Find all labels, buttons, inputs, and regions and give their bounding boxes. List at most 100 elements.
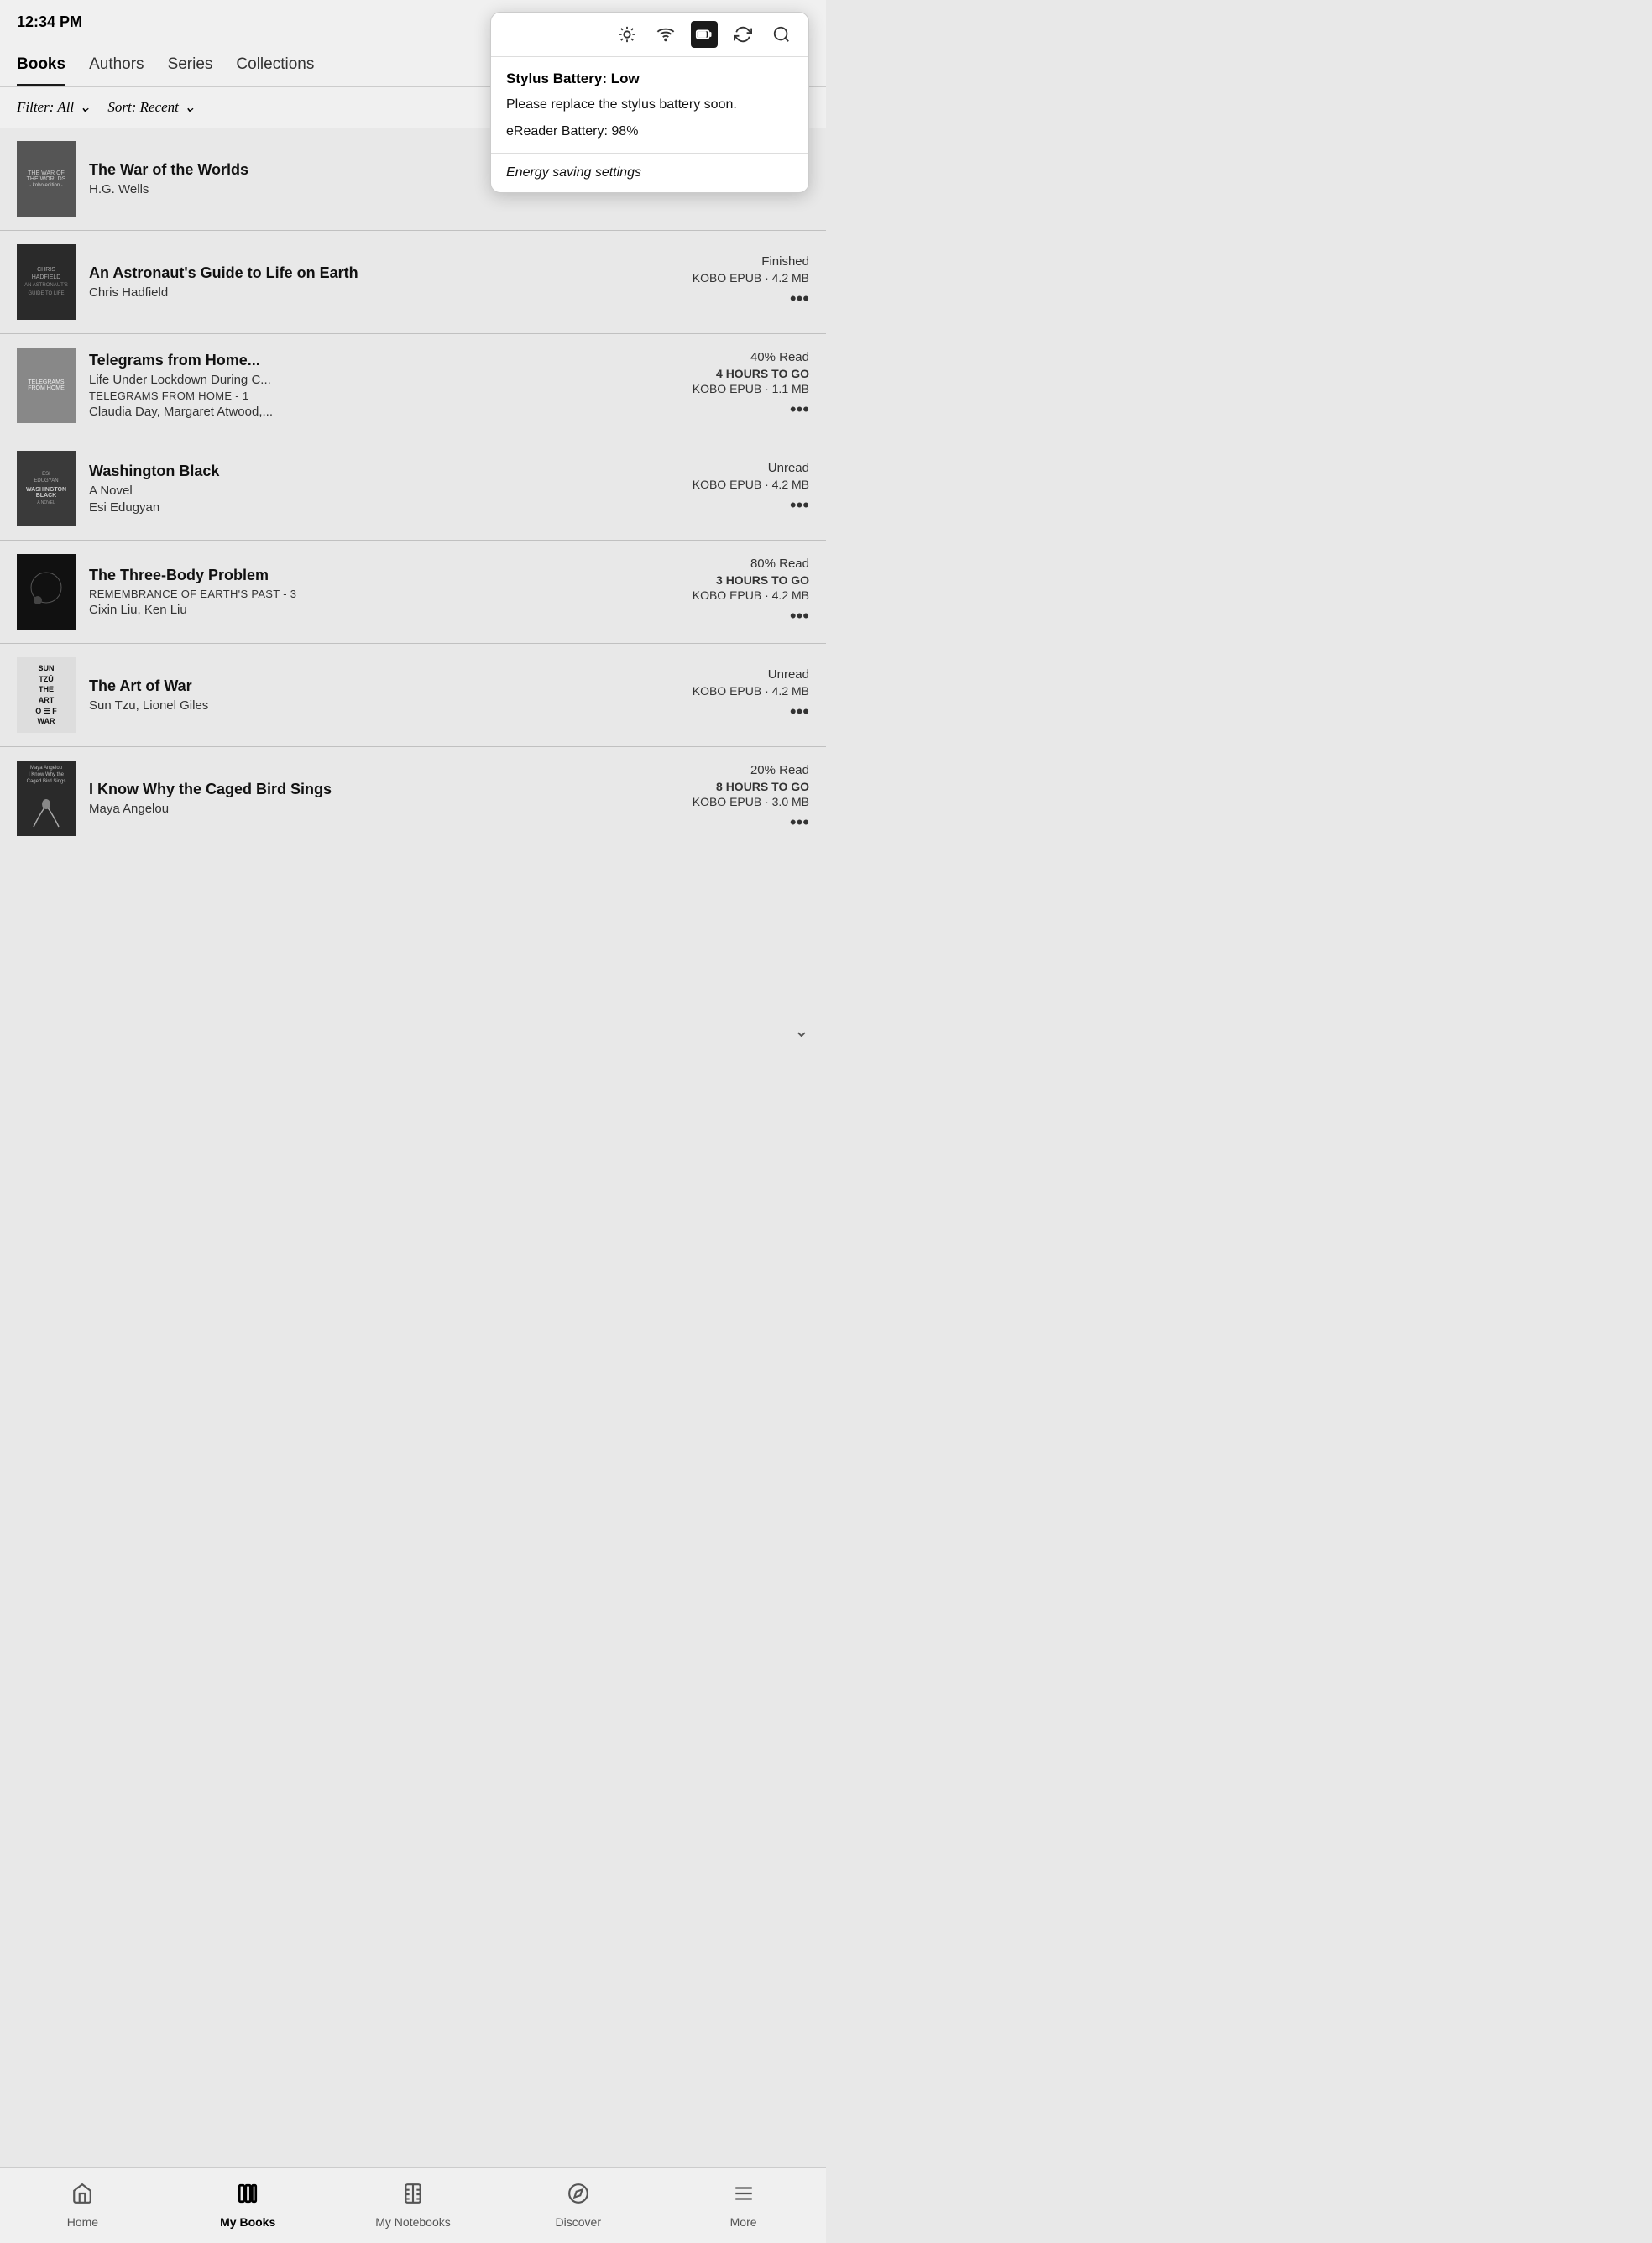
book-title: Washington Black bbox=[89, 463, 679, 480]
battery-popup: Stylus Battery: Low Please replace the s… bbox=[490, 12, 809, 193]
scroll-down-icon: ⌄ bbox=[794, 1020, 809, 1042]
battery-icon[interactable] bbox=[691, 21, 718, 48]
book-meta: Unread KOBO EPUB · 4.2 MB ••• bbox=[693, 461, 809, 516]
book-author: Sun Tzu, Lionel Giles bbox=[89, 698, 679, 713]
list-item[interactable]: TELEGRAMS FROM HOME Telegrams from Home.… bbox=[0, 334, 826, 437]
popup-battery-level: eReader Battery: 98% bbox=[506, 124, 793, 139]
cover-image: ESIEDUGYAN WASHINGTONBLACK A NOVEL bbox=[17, 451, 76, 526]
book-meta: 20% Read 8 HOURS TO GO KOBO EPUB · 3.0 M… bbox=[693, 763, 809, 834]
book-info: An Astronaut's Guide to Life on Earth Ch… bbox=[89, 264, 679, 300]
filter-dropdown[interactable]: Filter: All ⌄ bbox=[17, 99, 91, 116]
nav-my-books-label: My Books bbox=[220, 2215, 275, 2229]
book-format: KOBO EPUB · 1.1 MB bbox=[693, 382, 809, 395]
popup-content: Stylus Battery: Low Please replace the s… bbox=[491, 57, 808, 154]
nav-home-label: Home bbox=[67, 2215, 98, 2229]
nav-discover[interactable]: Discover bbox=[495, 2174, 661, 2237]
sort-dropdown[interactable]: Sort: Recent ⌄ bbox=[107, 99, 196, 116]
book-title: The Art of War bbox=[89, 677, 679, 695]
status-time: 12:34 PM bbox=[17, 13, 82, 31]
book-meta: 80% Read 3 HOURS TO GO KOBO EPUB · 4.2 M… bbox=[693, 557, 809, 627]
book-info: Telegrams from Home... Life Under Lockdo… bbox=[89, 352, 679, 419]
book-title: The Three-Body Problem bbox=[89, 567, 679, 584]
popup-message: Please replace the stylus battery soon. bbox=[506, 96, 793, 114]
brightness-icon[interactable] bbox=[614, 21, 640, 48]
more-options-icon[interactable]: ••• bbox=[693, 701, 809, 723]
sync-icon[interactable] bbox=[729, 21, 756, 48]
book-cover bbox=[17, 554, 76, 630]
nav-home[interactable]: Home bbox=[0, 2174, 165, 2237]
list-item[interactable]: CHRISHADFIELDAN ASTRONAUT'S GUIDE TO LIF… bbox=[0, 231, 826, 334]
book-cover: SUNTZŪTHEARTO ☰ FWAR bbox=[17, 657, 76, 733]
tab-books[interactable]: Books bbox=[17, 44, 65, 86]
home-icon bbox=[71, 2183, 93, 2210]
book-meta: Finished KOBO EPUB · 4.2 MB ••• bbox=[693, 254, 809, 310]
list-item[interactable]: Maya AngelouI Know Why theCaged Bird Sin… bbox=[0, 747, 826, 850]
popup-icon-bar bbox=[491, 13, 808, 57]
book-title: Telegrams from Home... bbox=[89, 352, 679, 369]
sort-label: Sort: Recent bbox=[107, 99, 179, 116]
cover-image: SUNTZŪTHEARTO ☰ FWAR bbox=[17, 657, 76, 733]
tab-authors[interactable]: Authors bbox=[89, 44, 144, 86]
energy-saving-link[interactable]: Energy saving settings bbox=[491, 154, 808, 192]
notebook-icon bbox=[402, 2183, 424, 2210]
more-options-icon[interactable]: ••• bbox=[693, 812, 809, 834]
nav-my-notebooks-label: My Notebooks bbox=[375, 2215, 450, 2229]
book-hours: 3 HOURS TO GO bbox=[693, 573, 809, 587]
book-format: KOBO EPUB · 4.2 MB bbox=[693, 588, 809, 602]
book-info: Washington Black A Novel Esi Edugyan bbox=[89, 463, 679, 515]
nav-my-notebooks[interactable]: My Notebooks bbox=[331, 2174, 496, 2237]
tab-collections[interactable]: Collections bbox=[236, 44, 314, 86]
book-author: Maya Angelou bbox=[89, 802, 679, 816]
nav-more-label: More bbox=[730, 2215, 757, 2229]
more-options-icon[interactable]: ••• bbox=[693, 494, 809, 516]
bottom-nav: Home My Books My Notebooks bbox=[0, 2167, 826, 2243]
book-cover: TELEGRAMS FROM HOME bbox=[17, 348, 76, 423]
book-format: KOBO EPUB · 3.0 MB bbox=[693, 795, 809, 808]
cover-image: CHRISHADFIELDAN ASTRONAUT'S GUIDE TO LIF… bbox=[17, 244, 76, 320]
book-cover: ESIEDUGYAN WASHINGTONBLACK A NOVEL bbox=[17, 451, 76, 526]
book-hours: 4 HOURS TO GO bbox=[693, 367, 809, 380]
nav-my-books[interactable]: My Books bbox=[165, 2174, 331, 2237]
book-status: 80% Read bbox=[693, 557, 809, 571]
nav-more[interactable]: More bbox=[661, 2174, 826, 2237]
my-books-icon bbox=[237, 2183, 259, 2210]
book-title: An Astronaut's Guide to Life on Earth bbox=[89, 264, 679, 282]
book-series: REMEMBRANCE OF EARTH'S PAST - 3 bbox=[89, 588, 679, 600]
search-icon[interactable] bbox=[768, 21, 795, 48]
book-info: I Know Why the Caged Bird Sings Maya Ang… bbox=[89, 781, 679, 816]
filter-chevron-icon: ⌄ bbox=[79, 99, 91, 116]
book-info: The Three-Body Problem REMEMBRANCE OF EA… bbox=[89, 567, 679, 617]
book-author: Esi Edugyan bbox=[89, 500, 679, 515]
book-series: TELEGRAMS FROM HOME - 1 bbox=[89, 390, 679, 402]
list-item[interactable]: SUNTZŪTHEARTO ☰ FWAR The Art of War Sun … bbox=[0, 644, 826, 747]
book-cover: Maya AngelouI Know Why theCaged Bird Sin… bbox=[17, 761, 76, 836]
book-info: The Art of War Sun Tzu, Lionel Giles bbox=[89, 677, 679, 713]
book-list: THE WAR OF THE WORLDS· kobo edition · Th… bbox=[0, 128, 826, 850]
book-author: Claudia Day, Margaret Atwood,... bbox=[89, 405, 679, 419]
more-options-icon[interactable]: ••• bbox=[693, 288, 809, 310]
nav-discover-label: Discover bbox=[556, 2215, 601, 2229]
more-menu-icon bbox=[733, 2183, 755, 2210]
compass-icon bbox=[567, 2183, 589, 2210]
book-subtitle: A Novel bbox=[89, 484, 679, 498]
book-status: Unread bbox=[693, 667, 809, 682]
book-format: KOBO EPUB · 4.2 MB bbox=[693, 271, 809, 285]
book-status: Unread bbox=[693, 461, 809, 475]
book-subtitle: Life Under Lockdown During C... bbox=[89, 373, 679, 387]
book-format: KOBO EPUB · 4.2 MB bbox=[693, 684, 809, 698]
list-item[interactable]: The Three-Body Problem REMEMBRANCE OF EA… bbox=[0, 541, 826, 644]
book-meta: 40% Read 4 HOURS TO GO KOBO EPUB · 1.1 M… bbox=[693, 350, 809, 421]
more-options-icon[interactable]: ••• bbox=[693, 605, 809, 627]
wifi-icon[interactable] bbox=[652, 21, 679, 48]
book-hours: 8 HOURS TO GO bbox=[693, 780, 809, 793]
list-item[interactable]: ESIEDUGYAN WASHINGTONBLACK A NOVEL Washi… bbox=[0, 437, 826, 541]
book-cover: THE WAR OF THE WORLDS· kobo edition · bbox=[17, 141, 76, 217]
more-options-icon[interactable]: ••• bbox=[693, 399, 809, 421]
book-author: Cixin Liu, Ken Liu bbox=[89, 603, 679, 617]
cover-image: THE WAR OF THE WORLDS· kobo edition · bbox=[17, 141, 76, 217]
filter-label: Filter: All bbox=[17, 99, 74, 116]
sort-chevron-icon: ⌄ bbox=[184, 99, 196, 116]
book-status: 40% Read bbox=[693, 350, 809, 364]
book-title: I Know Why the Caged Bird Sings bbox=[89, 781, 679, 798]
tab-series[interactable]: Series bbox=[168, 44, 213, 86]
